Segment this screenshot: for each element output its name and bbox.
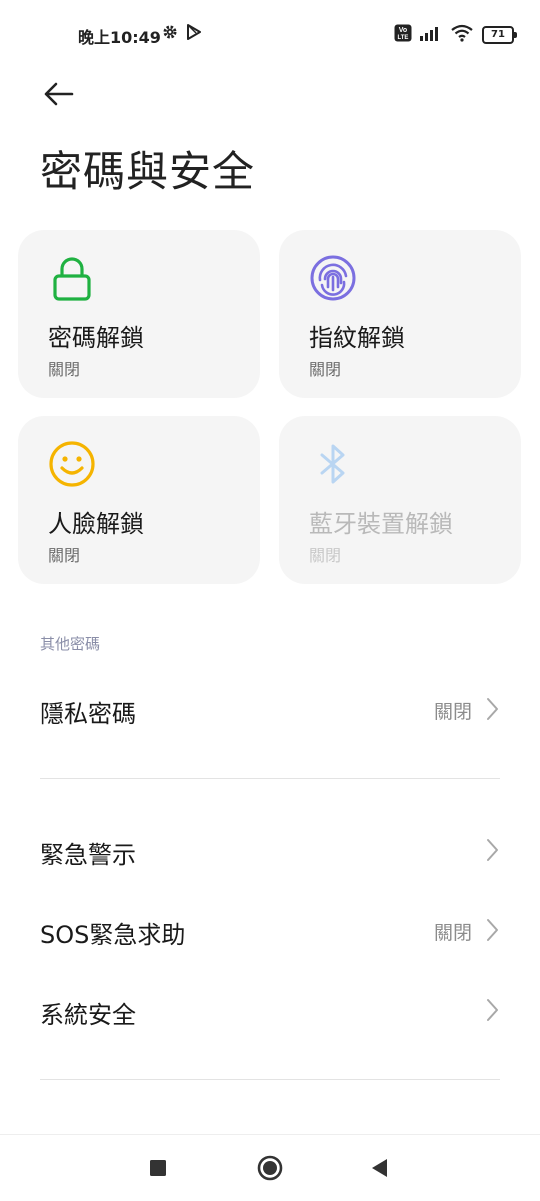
card-title: 指紋解鎖 — [309, 324, 405, 352]
back-button[interactable] — [40, 74, 80, 114]
arrow-left-icon — [44, 82, 74, 106]
fingerprint-icon — [310, 255, 356, 301]
settings-icon — [162, 24, 178, 44]
divider — [40, 1079, 500, 1080]
chevron-right-icon — [487, 999, 498, 1021]
status-bar: 晚上10:49 Vo LTE 71 — [0, 0, 540, 70]
chevron-right-icon — [487, 919, 498, 941]
card-bluetooth-unlock[interactable]: 藍牙裝置解鎖 關閉 — [279, 416, 521, 584]
battery-icon: 71 — [482, 26, 517, 44]
card-title: 密碼解鎖 — [48, 324, 144, 352]
recents-square-icon — [150, 1160, 166, 1176]
recents-button[interactable] — [143, 1153, 173, 1183]
page-title: 密碼與安全 — [40, 147, 256, 196]
row-value: 關閉 — [433, 922, 472, 944]
volte-icon: Vo LTE — [394, 24, 412, 46]
card-status: 關閉 — [48, 360, 81, 379]
row-value: 關閉 — [433, 701, 472, 723]
svg-text:LTE: LTE — [398, 35, 409, 41]
chevron-right-icon — [487, 698, 498, 720]
wifi-icon — [450, 24, 474, 46]
card-face-unlock[interactable]: 人臉解鎖 關閉 — [18, 416, 260, 584]
section-header-other-passwords: 其他密碼 — [40, 635, 101, 653]
card-fingerprint-unlock[interactable]: 指紋解鎖 關閉 — [279, 230, 521, 398]
home-circle-icon — [257, 1155, 283, 1181]
row-label: 隱私密碼 — [40, 700, 136, 728]
lock-icon — [53, 257, 91, 301]
chevron-right-icon — [487, 839, 498, 861]
card-title: 人臉解鎖 — [48, 510, 144, 538]
status-time: 晚上10:49 — [78, 28, 161, 47]
card-status: 關閉 — [48, 546, 81, 565]
divider — [40, 778, 500, 779]
row-label: 系統安全 — [40, 1001, 136, 1029]
back-nav-button[interactable] — [366, 1153, 396, 1183]
signal-icon — [420, 25, 442, 45]
bluetooth-icon — [320, 444, 345, 484]
card-title: 藍牙裝置解鎖 — [309, 510, 453, 538]
smiley-icon — [49, 441, 95, 487]
emergency-alert-row[interactable]: 緊急警示 — [0, 815, 540, 885]
card-status: 關閉 — [309, 546, 342, 565]
row-label: SOS緊急求助 — [40, 921, 186, 949]
sos-emergency-row[interactable]: SOS緊急求助 關閉 — [0, 895, 540, 965]
play-store-icon — [186, 24, 202, 44]
svg-text:Vo: Vo — [399, 27, 407, 34]
system-security-row[interactable]: 系統安全 — [0, 975, 540, 1045]
card-password-unlock[interactable]: 密碼解鎖 關閉 — [18, 230, 260, 398]
privacy-password-row[interactable]: 隱私密碼 關閉 — [0, 674, 540, 744]
row-label: 緊急警示 — [40, 841, 136, 869]
back-triangle-icon — [372, 1159, 387, 1177]
card-status: 關閉 — [309, 360, 342, 379]
navigation-bar — [0, 1134, 540, 1201]
home-button[interactable] — [255, 1153, 285, 1183]
